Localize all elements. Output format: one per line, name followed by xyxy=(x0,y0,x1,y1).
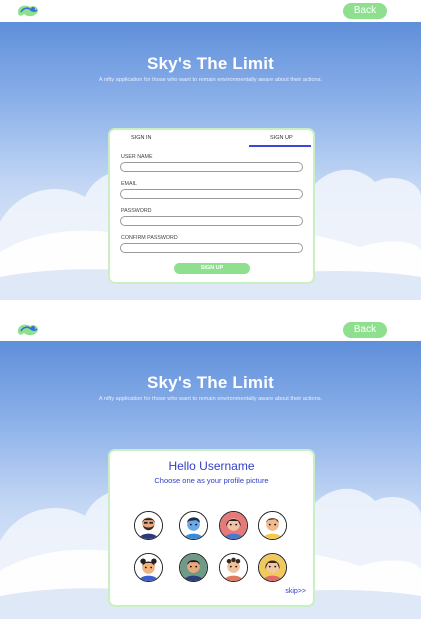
app-title: Sky's The Limit xyxy=(146,373,275,392)
tab-sign-in[interactable]: SIGN IN xyxy=(131,135,151,141)
confirm-password-label: CONFIRM PASSWORD xyxy=(121,235,178,241)
password-label: PASSWORD xyxy=(121,208,152,214)
back-button[interactable]: Back xyxy=(343,3,387,19)
avatar-card: Hello Username Choose one as your profil… xyxy=(108,449,315,607)
avatar-green-man-icon[interactable] xyxy=(179,553,208,582)
app-title: Sky's The Limit xyxy=(146,54,275,73)
confirm-password-field[interactable] xyxy=(120,243,303,253)
email-label: EMAIL xyxy=(121,181,137,187)
email-field[interactable] xyxy=(120,189,303,199)
app-subtitle: A nifty application for those who want t… xyxy=(98,77,323,83)
sky-background: Sky's The Limit A nifty application for … xyxy=(0,22,421,300)
avatar-picker-screen: Back Sky's The Limit A nifty application… xyxy=(0,319,421,619)
app-logo-icon xyxy=(18,324,38,336)
top-bar: Back xyxy=(0,319,421,341)
tab-sign-up[interactable]: SIGN UP xyxy=(270,135,293,141)
sky-background: Sky's The Limit A nifty application for … xyxy=(0,341,421,619)
avatar-yellow-woman-icon[interactable] xyxy=(258,553,287,582)
app-logo-icon xyxy=(18,5,38,17)
skip-link[interactable]: skip>> xyxy=(285,588,306,595)
avatar-prompt: Choose one as your profile picture xyxy=(154,476,269,485)
username-label: USER NAME xyxy=(121,154,153,160)
app-subtitle: A nifty application for those who want t… xyxy=(98,396,323,402)
password-field[interactable] xyxy=(120,216,303,226)
auth-tabs: SIGN IN SIGN UP xyxy=(110,135,313,149)
avatar-woman-buns-icon[interactable] xyxy=(134,553,163,582)
avatar-bearded-man-icon[interactable] xyxy=(134,511,163,540)
avatar-man-yellow-shirt-icon[interactable] xyxy=(258,511,287,540)
username-field[interactable] xyxy=(120,162,303,172)
avatar-blue-man-icon[interactable] xyxy=(179,511,208,540)
avatar-curly-man-icon[interactable] xyxy=(219,553,248,582)
greeting-heading: Hello Username xyxy=(168,459,255,473)
active-tab-indicator xyxy=(249,145,311,147)
signup-card: SIGN IN SIGN UP USER NAME EMAIL PASSWORD… xyxy=(108,128,315,284)
top-bar: Back xyxy=(0,0,421,22)
sign-up-button[interactable]: SIGN UP xyxy=(174,263,250,274)
signup-screen: Back Sky's The Limit A nifty application… xyxy=(0,0,421,300)
avatar-pink-woman-icon[interactable] xyxy=(219,511,248,540)
back-button[interactable]: Back xyxy=(343,322,387,338)
